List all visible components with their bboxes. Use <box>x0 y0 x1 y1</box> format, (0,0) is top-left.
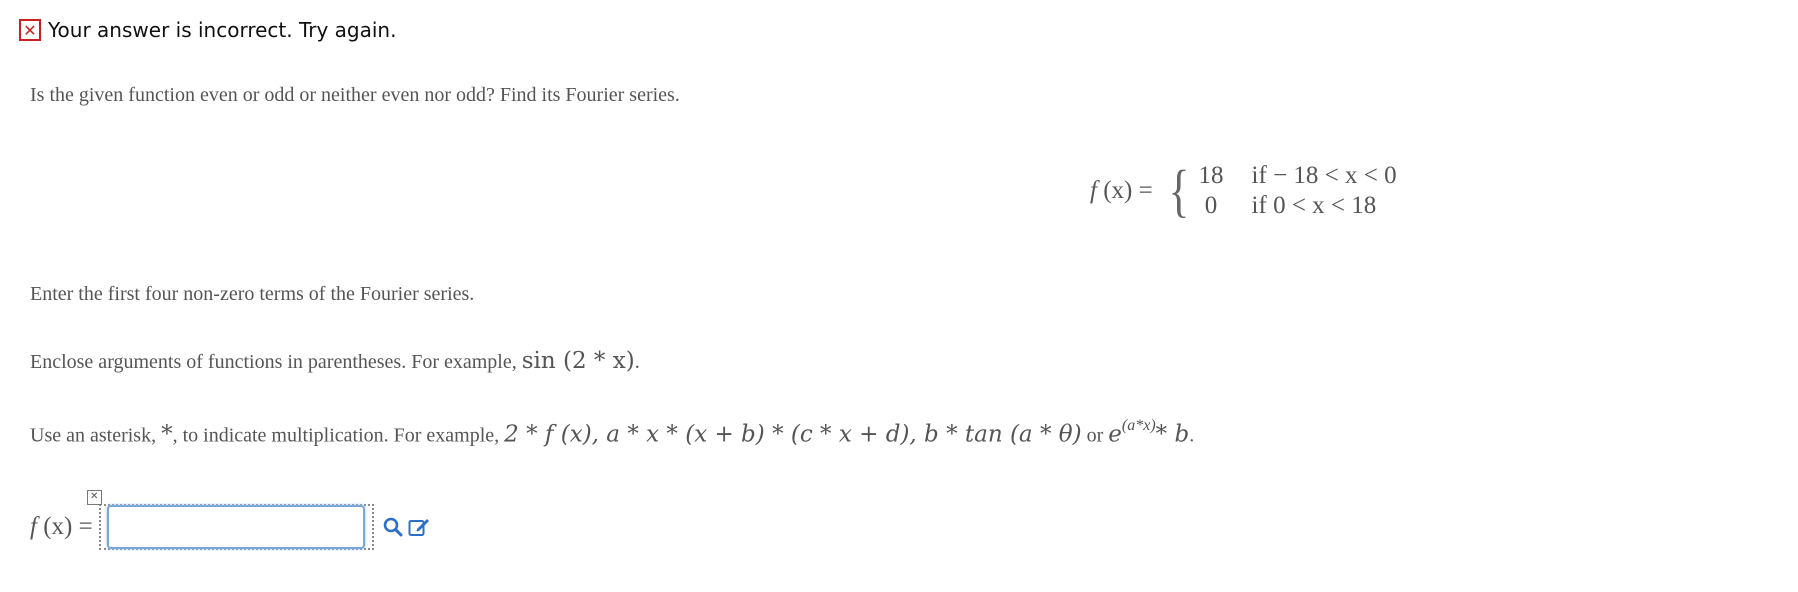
piece-value: 18 <box>1198 162 1224 189</box>
function-arg: (x) = <box>36 513 93 540</box>
example-math-tail: * b <box>1155 421 1190 448</box>
feedback-message: ✕ Your answer is incorrect. Try again. <box>19 18 396 42</box>
left-brace: { <box>1168 158 1190 223</box>
answer-tools <box>382 516 430 538</box>
answer-row: f (x) = ✕ <box>30 490 430 550</box>
function-name: f <box>1090 177 1097 204</box>
asterisk-symbol: * <box>161 421 173 448</box>
answer-lhs: f (x) = <box>30 513 93 541</box>
instruction-end: . <box>634 351 640 373</box>
example-math: 2 * f (x), a * x * (x + b) * (c * x + d)… <box>504 421 1082 448</box>
example-math: sin (2 * x) <box>521 348 635 374</box>
question-prompt: Is the given function even or odd or nei… <box>30 84 680 106</box>
piecewise-function: f (x) = { 18 if − 18 < x < 0 0 if 0 < x … <box>1090 162 1397 220</box>
answer-input[interactable] <box>106 505 365 549</box>
instruction-asterisk: Use an asterisk, *, to indicate multipli… <box>30 417 1195 448</box>
answer-container: ✕ <box>86 490 374 550</box>
close-icon[interactable]: ✕ <box>86 490 102 505</box>
exp-power: (a*x) <box>1121 417 1156 434</box>
instruction-parentheses: Enclose arguments of functions in parent… <box>30 348 640 374</box>
exp-base: e <box>1108 421 1122 448</box>
instruction-terms: Enter the first four non-zero terms of t… <box>30 283 475 305</box>
piece-value: 0 <box>1204 192 1218 219</box>
instruction-end: . <box>1189 424 1195 447</box>
instruction-or: or <box>1081 424 1109 447</box>
piecewise-rows: 18 if − 18 < x < 0 0 if 0 < x < 18 <box>1199 162 1397 220</box>
function-arg: (x) = <box>1096 177 1153 204</box>
instruction-text: Enclose arguments of functions in parent… <box>30 351 522 373</box>
piece-condition: if 0 < x < 18 <box>1251 192 1377 219</box>
search-icon[interactable] <box>382 516 404 538</box>
feedback-text: Your answer is incorrect. Try again. <box>48 18 397 42</box>
instruction-text: Use an asterisk, <box>30 424 162 447</box>
function-name: f <box>30 513 37 540</box>
piece-condition: if − 18 < x < 0 <box>1251 162 1397 189</box>
edit-icon[interactable] <box>408 516 430 538</box>
function-lhs: f (x) = <box>1090 177 1153 205</box>
close-icon: ✕ <box>19 19 41 41</box>
instruction-text: , to indicate multiplication. For exampl… <box>172 424 505 447</box>
